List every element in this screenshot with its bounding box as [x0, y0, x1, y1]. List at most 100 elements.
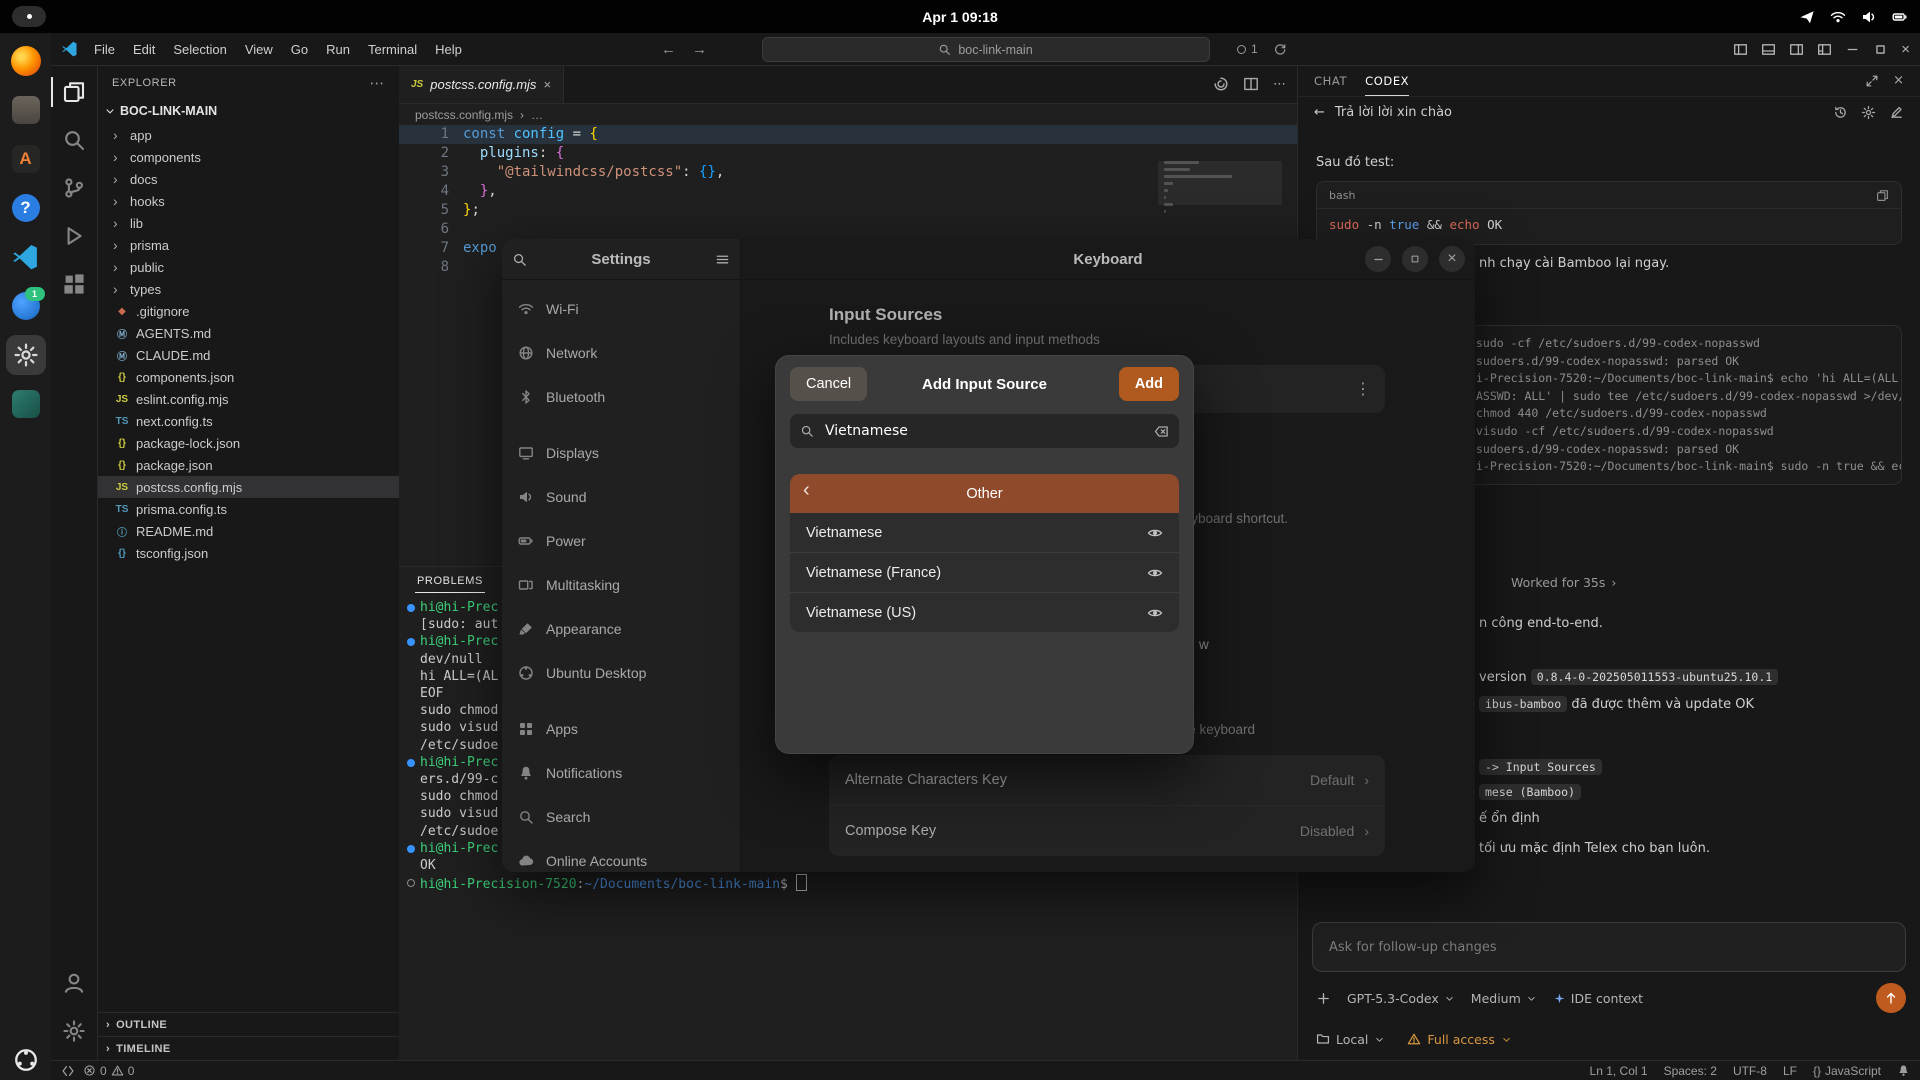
dock-show-apps[interactable]: [6, 1040, 46, 1080]
file-package-lock.json[interactable]: {}package-lock.json: [98, 432, 399, 454]
toggle-secondary-sidebar-icon[interactable]: [1789, 42, 1804, 57]
volume-icon[interactable]: [1861, 9, 1877, 25]
tab-codex[interactable]: CODEX: [1365, 65, 1409, 96]
menu-terminal[interactable]: Terminal: [359, 39, 426, 60]
toggle-sidebar-icon[interactable]: [1733, 42, 1748, 57]
codex-icon[interactable]: [1213, 76, 1229, 92]
battery-icon[interactable]: [1892, 9, 1908, 25]
breadcrumb[interactable]: postcss.config.mjs › …: [399, 104, 1298, 126]
activity-explorer[interactable]: [51, 73, 98, 111]
group-header-other[interactable]: ‹ Other: [790, 474, 1179, 513]
status-item[interactable]: Spaces: 2: [1664, 1064, 1717, 1078]
dock-file-manager[interactable]: [6, 90, 46, 130]
activity-source-control[interactable]: [51, 169, 98, 207]
titlebar-badge[interactable]: 1: [1237, 33, 1258, 65]
input-source-option[interactable]: Vietnamese (US): [790, 592, 1179, 632]
back-chevron-icon[interactable]: ‹: [803, 479, 810, 502]
status-item[interactable]: Ln 1, Col 1: [1590, 1064, 1648, 1078]
status-item[interactable]: UTF-8: [1733, 1064, 1767, 1078]
folder-prisma[interactable]: ›prisma: [98, 234, 399, 256]
dock-app-center[interactable]: A: [6, 139, 46, 179]
menu-file[interactable]: File: [85, 39, 124, 60]
remote-icon[interactable]: [61, 1064, 75, 1078]
gear-icon[interactable]: [1861, 105, 1876, 120]
menu-view[interactable]: View: [236, 39, 282, 60]
activity-run-debug[interactable]: [51, 217, 98, 255]
folder-lib[interactable]: ›lib: [98, 212, 399, 234]
access-selector[interactable]: Full access: [1407, 1032, 1511, 1047]
window-close-icon[interactable]: ×: [1901, 41, 1910, 58]
dock-firefox[interactable]: [6, 41, 46, 81]
project-root[interactable]: BOC-LINK-MAIN: [98, 100, 399, 122]
clear-search-icon[interactable]: [1154, 424, 1169, 439]
nav-forward-icon[interactable]: →: [692, 41, 707, 58]
customize-layout-icon[interactable]: [1817, 42, 1832, 57]
file-package.json[interactable]: {}package.json: [98, 454, 399, 476]
problems-status[interactable]: 0 0: [83, 1064, 134, 1078]
file-tsconfig.json[interactable]: {}tsconfig.json: [98, 542, 399, 564]
split-editor-icon[interactable]: [1243, 76, 1259, 92]
folder-docs[interactable]: ›docs: [98, 168, 399, 190]
activity-extensions[interactable]: [51, 265, 98, 303]
telegram-icon[interactable]: [1799, 9, 1815, 25]
workspace-indicator[interactable]: [12, 6, 46, 27]
tab-chat[interactable]: CHAT: [1314, 65, 1347, 96]
menu-run[interactable]: Run: [317, 39, 359, 60]
file-prisma.config.ts[interactable]: TSprisma.config.ts: [98, 498, 399, 520]
new-chat-icon[interactable]: [1889, 105, 1904, 120]
history-icon[interactable]: [1833, 105, 1848, 120]
dock-vscode[interactable]: [6, 237, 46, 277]
input-source-search[interactable]: [790, 414, 1179, 448]
status-item[interactable]: LF: [1783, 1064, 1797, 1078]
search-input[interactable]: [823, 422, 1145, 440]
nav-back-icon[interactable]: ←: [661, 41, 676, 58]
section-outline[interactable]: ›OUTLINE: [98, 1012, 399, 1036]
send-button[interactable]: [1876, 983, 1906, 1013]
input-source-option[interactable]: Vietnamese (France): [790, 552, 1179, 592]
worked-duration-toggle[interactable]: Worked for 35s ›: [1511, 575, 1616, 590]
sync-icon[interactable]: [1273, 33, 1287, 65]
menu-help[interactable]: Help: [426, 39, 471, 60]
back-icon[interactable]: ←: [1314, 105, 1325, 120]
dock-settings[interactable]: [6, 335, 46, 375]
explorer-more-icon[interactable]: ⋯: [369, 74, 385, 92]
input-source-option[interactable]: Vietnamese: [790, 513, 1179, 552]
menu-go[interactable]: Go: [282, 39, 317, 60]
folder-app[interactable]: ›app: [98, 124, 399, 146]
window-restore-icon[interactable]: [1873, 42, 1888, 57]
tab-postcss-config[interactable]: JS postcss.config.mjs ×: [399, 65, 564, 103]
attach-plus-icon[interactable]: [1316, 991, 1331, 1006]
ide-context-toggle[interactable]: IDE context: [1553, 991, 1643, 1006]
cancel-button[interactable]: Cancel: [790, 367, 867, 401]
file-AGENTS.md[interactable]: ⓂAGENTS.md: [98, 322, 399, 344]
file-postcss.config.mjs[interactable]: JSpostcss.config.mjs: [98, 476, 399, 498]
clock[interactable]: Apr 1 09:18: [922, 0, 997, 33]
copy-icon[interactable]: [1876, 189, 1889, 202]
menu-edit[interactable]: Edit: [124, 39, 164, 60]
close-panel-icon[interactable]: ×: [1893, 73, 1904, 88]
section-timeline[interactable]: ›TIMELINE: [98, 1036, 399, 1060]
add-button[interactable]: Add: [1119, 367, 1179, 401]
command-center-search[interactable]: boc-link-main: [762, 37, 1210, 62]
folder-components[interactable]: ›components: [98, 146, 399, 168]
close-tab-icon[interactable]: ×: [543, 77, 551, 92]
file-README.md[interactable]: ⓘREADME.md: [98, 520, 399, 542]
more-actions-icon[interactable]: ⋯: [1273, 76, 1286, 92]
tab-problems[interactable]: PROBLEMS: [415, 570, 485, 593]
effort-selector[interactable]: Medium: [1471, 991, 1537, 1006]
toggle-panel-icon[interactable]: [1761, 42, 1776, 57]
language-mode[interactable]: {}JavaScript: [1813, 1064, 1881, 1078]
wifi-icon[interactable]: [1830, 9, 1846, 25]
eye-icon[interactable]: [1147, 565, 1163, 581]
eye-icon[interactable]: [1147, 605, 1163, 621]
scope-selector[interactable]: Local: [1316, 1032, 1385, 1047]
activity-manage[interactable]: [51, 1012, 98, 1050]
file-eslint.config.mjs[interactable]: JSeslint.config.mjs: [98, 388, 399, 410]
dock-help[interactable]: ?: [6, 188, 46, 228]
menu-selection[interactable]: Selection: [164, 39, 235, 60]
file-components.json[interactable]: {}components.json: [98, 366, 399, 388]
activity-search[interactable]: [51, 121, 98, 159]
followup-input[interactable]: [1327, 939, 1891, 956]
thread-title[interactable]: Trả lời lời xin chào: [1335, 105, 1452, 120]
expand-panel-icon[interactable]: [1865, 73, 1879, 88]
